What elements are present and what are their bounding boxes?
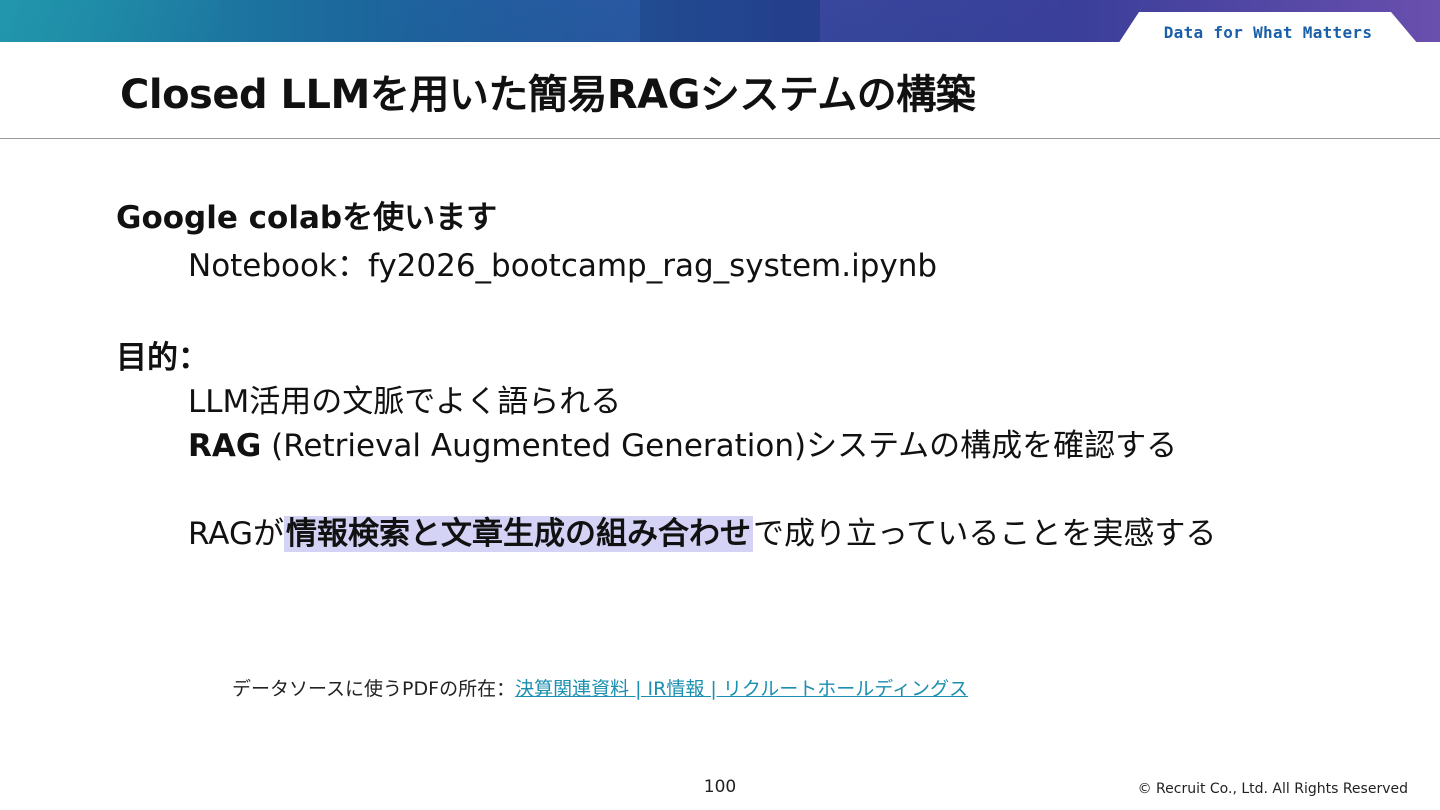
purpose-line-3-pre: RAGが	[188, 516, 284, 552]
purpose-line-2: RAG (Retrieval Augmented Generation)システム…	[188, 420, 1177, 465]
highlighted-phrase: 情報検索と文章生成の組み合わせ	[283, 516, 753, 552]
source-label: データソースに使うPDFの所在：	[232, 678, 516, 700]
title-divider	[0, 138, 1440, 139]
tagline-text: Data for What Matters	[1163, 23, 1373, 42]
banner-facet	[380, 0, 640, 42]
banner-facet	[820, 0, 1060, 42]
purpose-line-3: RAGが情報検索と文章生成の組み合わせで成り立っていることを実感する	[188, 508, 1216, 553]
slide-title: Closed LLMを用いた簡易RAGシステムの構築	[120, 72, 976, 118]
purpose-line-2-rest: (Retrieval Augmented Generation)システムの構成を…	[261, 428, 1178, 464]
rag-bold: RAG	[188, 428, 262, 464]
purpose-heading: 目的：	[116, 340, 209, 376]
ir-materials-link[interactable]: 決算関連資料 | IR情報 | リクルートホールディングス	[515, 678, 968, 700]
purpose-line-1: LLM活用の文脈でよく語られる	[188, 384, 622, 420]
tagline-tab: Data for What Matters	[1118, 12, 1418, 44]
purpose-line-3-post: で成り立っていることを実感する	[752, 516, 1217, 552]
colab-heading: Google colabを使います	[116, 200, 498, 236]
notebook-line: Notebook：fy2026_bootcamp_rag_system.ipyn…	[188, 248, 938, 284]
banner-facet	[0, 0, 220, 42]
data-source-note: データソースに使うPDFの所在：決算関連資料 | IR情報 | リクルートホール…	[232, 674, 968, 701]
copyright-notice: © Recruit Co., Ltd. All Rights Reserved	[1137, 781, 1408, 797]
